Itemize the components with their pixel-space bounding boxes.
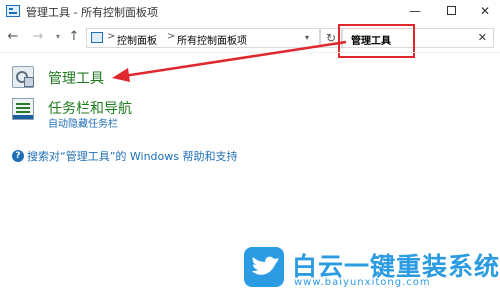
title-bar: 管理工具 - 所有控制面板项 — ✕ (0, 0, 500, 22)
recent-locations-button[interactable]: ▾ (50, 29, 66, 45)
control-panel-icon (91, 32, 103, 43)
clear-search-button[interactable]: ✕ (478, 31, 487, 44)
forward-button[interactable]: → (30, 29, 46, 45)
taskbar-icon (12, 98, 34, 120)
annotation-arrow (112, 40, 347, 82)
bird-logo-icon (244, 247, 284, 287)
back-button[interactable]: ← (5, 29, 21, 45)
result-subtitle-link[interactable]: 自动隐藏任务栏 (48, 115, 118, 130)
watermark-url: www.baiyunxitong.com (294, 277, 431, 288)
result-title[interactable]: 管理工具 (48, 68, 104, 88)
window-title: 管理工具 - 所有控制面板项 (26, 6, 158, 19)
help-link[interactable]: 搜索对“管理工具”的 Windows 帮助和支持 (27, 148, 238, 164)
watermark: 白云一键重装系统 www.baiyunxitong.com (240, 245, 499, 291)
control-panel-icon (6, 5, 20, 17)
help-icon: ? (12, 150, 24, 162)
minimize-button[interactable]: — (398, 0, 432, 22)
admin-tools-icon (12, 66, 34, 88)
close-button[interactable]: ✕ (470, 0, 500, 22)
up-button[interactable]: ↑ (66, 29, 82, 45)
maximize-icon (446, 6, 456, 15)
maximize-button[interactable] (434, 0, 468, 22)
